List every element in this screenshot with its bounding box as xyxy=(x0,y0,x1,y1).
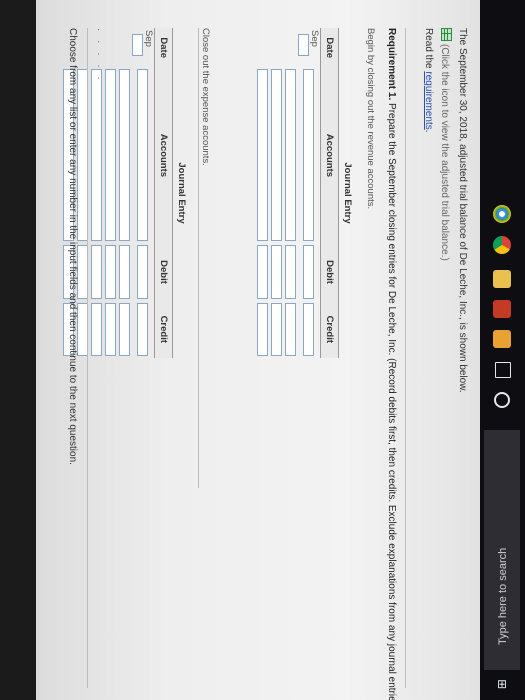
search-placeholder[interactable]: Type here to search xyxy=(497,455,509,645)
day-input[interactable] xyxy=(298,34,309,56)
debit-input[interactable] xyxy=(257,245,269,299)
journal-row xyxy=(256,28,270,358)
store-icon[interactable] xyxy=(493,330,511,348)
credit-input[interactable] xyxy=(105,302,117,356)
requirements-link[interactable]: requirements xyxy=(423,71,434,129)
account-select[interactable] xyxy=(137,69,149,242)
debit-input[interactable] xyxy=(119,245,131,299)
month-label: Sep xyxy=(309,30,320,47)
journal-row xyxy=(270,28,284,358)
read-requirements-row: Read the requirements. xyxy=(423,28,434,133)
monitor-screen: The September 30, 2018, adjusted trial b… xyxy=(36,0,480,700)
credit-input[interactable] xyxy=(271,302,283,356)
accounts-header: Accounts xyxy=(320,67,339,244)
debit-input[interactable] xyxy=(271,245,283,299)
account-select[interactable] xyxy=(303,69,315,242)
month-label: Sep xyxy=(143,30,154,47)
office-icon[interactable] xyxy=(493,300,511,318)
step-instruction-expense: Close out the expense accounts. xyxy=(200,28,211,166)
table-grid-icon[interactable] xyxy=(441,28,452,41)
read-prefix: Read the xyxy=(423,28,434,72)
account-select[interactable] xyxy=(119,69,131,242)
account-select[interactable] xyxy=(105,69,117,242)
journal-row: Sep xyxy=(132,28,155,358)
credit-input[interactable] xyxy=(257,302,269,356)
journal-row: Sep xyxy=(298,28,321,358)
account-select[interactable] xyxy=(257,69,269,242)
journal-row xyxy=(104,28,118,358)
journal-row xyxy=(284,28,298,358)
chrome-icon[interactable] xyxy=(493,236,511,254)
divider xyxy=(198,28,199,488)
journal-entry-title: Journal Entry xyxy=(342,162,353,224)
divider xyxy=(405,28,406,688)
credit-header: Credit xyxy=(154,300,173,358)
journal-entry-title: Journal Entry xyxy=(176,162,187,224)
ellipsis: · · · · · xyxy=(93,28,104,83)
debit-input[interactable] xyxy=(303,245,315,299)
credit-input[interactable] xyxy=(137,302,149,356)
credit-header: Credit xyxy=(320,300,339,358)
account-select[interactable] xyxy=(285,69,297,242)
date-header: Date xyxy=(154,28,173,68)
chrome-icon[interactable] xyxy=(493,205,511,223)
accounts-header: Accounts xyxy=(154,67,173,244)
trial-balance-link-row[interactable]: (Click the icon to view the adjusted tri… xyxy=(439,28,452,261)
journal-row xyxy=(118,28,132,358)
debit-header: Debit xyxy=(320,243,339,301)
debit-input[interactable] xyxy=(105,245,117,299)
date-header: Date xyxy=(320,28,339,68)
requirement-text: Requirement 1. Prepare the September clo… xyxy=(386,28,397,700)
journal-entry-table-revenue: Journal Entry Date Accounts Debit Credit… xyxy=(256,28,353,358)
requirement-body: Prepare the September closing entries fo… xyxy=(386,100,397,700)
footer-instruction: Choose from any list or enter any number… xyxy=(67,28,78,465)
intro-text: The September 30, 2018, adjusted trial b… xyxy=(457,28,468,393)
debit-input[interactable] xyxy=(285,245,297,299)
step-instruction-revenue: Begin by closing out the revenue account… xyxy=(365,28,376,210)
day-input[interactable] xyxy=(132,34,143,56)
divider xyxy=(87,28,88,688)
credit-input[interactable] xyxy=(119,302,131,356)
task-view-icon[interactable] xyxy=(495,362,511,378)
question-page: The September 30, 2018, adjusted trial b… xyxy=(36,0,480,700)
debit-input[interactable] xyxy=(91,245,103,299)
debit-header: Debit xyxy=(154,243,173,301)
taskbar-search-box[interactable]: Type here to search xyxy=(484,430,520,670)
file-explorer-icon[interactable] xyxy=(493,270,511,288)
account-select[interactable] xyxy=(91,69,103,242)
windows-taskbar: ⊞ Type here to search xyxy=(480,0,525,700)
account-select[interactable] xyxy=(271,69,283,242)
date-cell: Sep xyxy=(132,28,155,67)
credit-input[interactable] xyxy=(285,302,297,356)
cortana-icon[interactable] xyxy=(494,392,510,408)
windows-icon[interactable]: ⊞ xyxy=(494,676,510,692)
credit-input[interactable] xyxy=(91,302,103,356)
debit-input[interactable] xyxy=(137,245,149,299)
trial-balance-hint[interactable]: (Click the icon to view the adjusted tri… xyxy=(439,44,450,261)
date-cell: Sep xyxy=(298,28,321,67)
read-suffix: . xyxy=(423,129,434,133)
credit-input[interactable] xyxy=(303,302,315,356)
journal-entry-table-expense: Journal Entry Date Accounts Debit Credit… xyxy=(62,28,187,358)
requirement-label: Requirement 1. xyxy=(386,28,397,101)
